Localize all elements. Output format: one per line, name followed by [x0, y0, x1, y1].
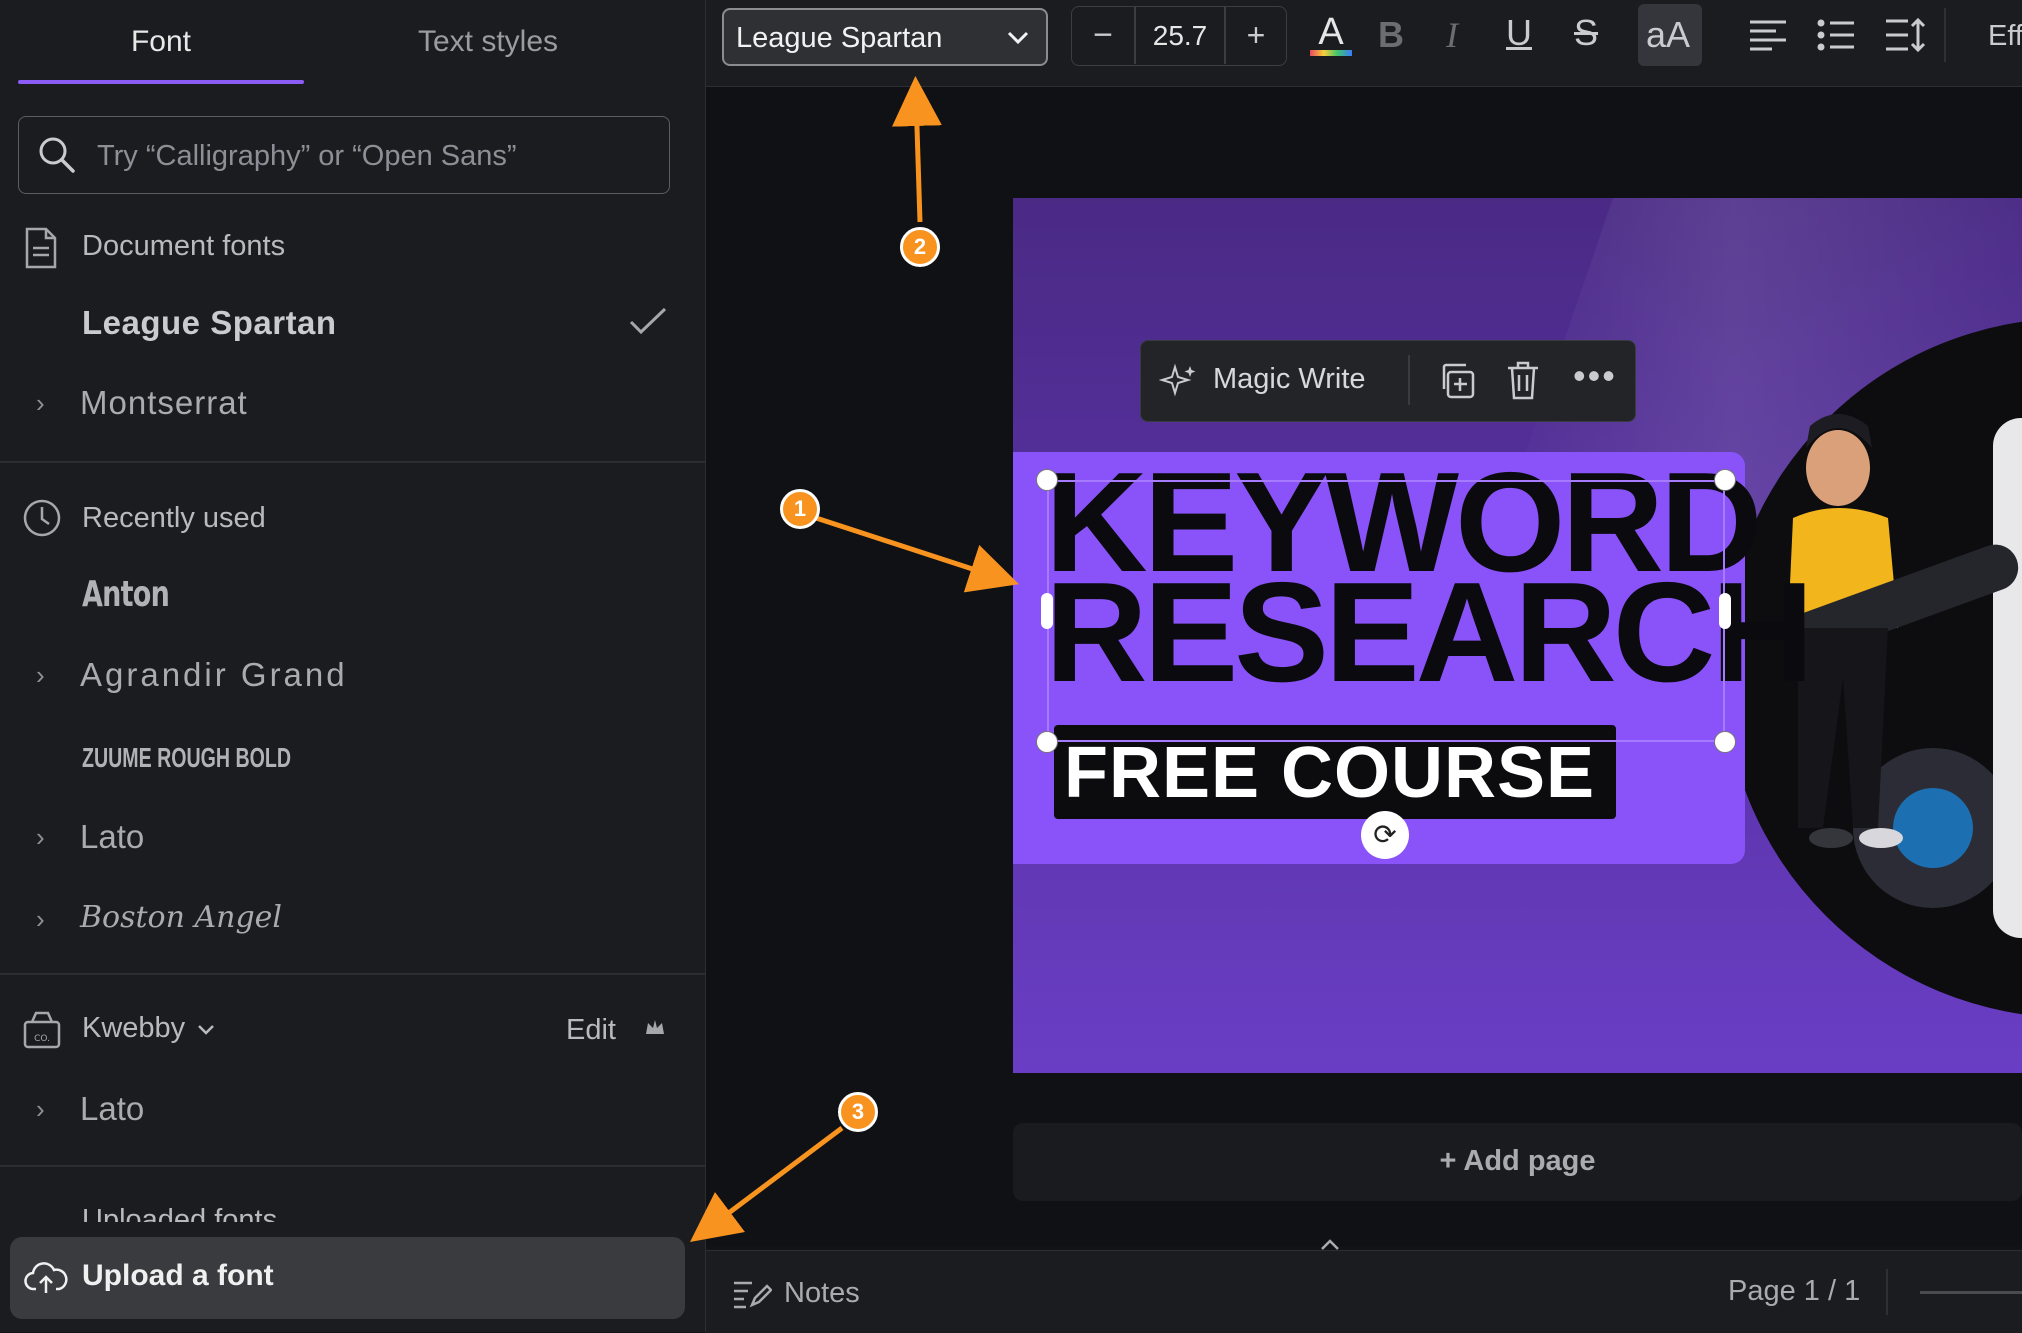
brand-kit-icon: CO.	[22, 1008, 62, 1055]
search-icon	[37, 135, 77, 180]
font-item-zuume-rough-bold[interactable]: ZUUME ROUGH BOLD	[0, 732, 705, 788]
cloud-upload-icon	[24, 1257, 68, 1302]
chevron-down-icon	[1006, 30, 1030, 51]
element-context-menu: Magic Write •••	[1140, 340, 1636, 422]
resize-handle-bottom-left[interactable]	[1036, 731, 1058, 753]
active-tab-indicator	[18, 80, 304, 84]
effects-button[interactable]: Eff	[1988, 20, 2022, 53]
increase-size-button[interactable]: +	[1226, 7, 1286, 64]
strikethrough-icon[interactable]: S	[1574, 12, 1598, 54]
resize-handle-top-left[interactable]	[1036, 469, 1058, 491]
zoom-slider-track[interactable]	[1920, 1291, 2022, 1294]
chevron-right-icon: ›	[36, 1094, 45, 1124]
checkmark-icon	[628, 306, 668, 341]
text-color-button[interactable]: A	[1306, 10, 1356, 67]
document-icon	[24, 226, 58, 275]
add-page-label: + Add page	[1439, 1145, 1596, 1177]
font-item-boston-angel[interactable]: › Boston Angel	[0, 894, 705, 950]
document-fonts-heading: Document fonts	[82, 230, 286, 262]
font-item-label: League Spartan	[82, 304, 337, 341]
annotation-badge-3: 3	[838, 1092, 878, 1132]
tab-text-styles[interactable]: Text styles	[336, 18, 640, 66]
brand-kit-name: Kwebby	[82, 1012, 186, 1044]
italic-icon[interactable]: I	[1446, 14, 1458, 56]
font-family-dropdown[interactable]: League Spartan	[722, 8, 1048, 66]
selection-frame	[1047, 480, 1725, 742]
svg-text:CO.: CO.	[34, 1034, 50, 1044]
brand-kit-dropdown[interactable]: Kwebby	[82, 1012, 216, 1052]
list-icon[interactable]	[1816, 18, 1856, 57]
add-page-button[interactable]: + Add page	[1013, 1123, 2022, 1201]
duplicate-icon[interactable]	[1437, 361, 1477, 406]
bottom-bar: Notes Page 1 / 1	[706, 1239, 2022, 1333]
text-toolbar: League Spartan − 25.7 + A B I U S aA Eff	[706, 0, 2022, 87]
crown-icon	[644, 1018, 666, 1043]
divider	[0, 973, 705, 975]
chevron-right-icon: ›	[36, 388, 45, 418]
letter-case-button[interactable]: aA	[1638, 4, 1702, 66]
divider	[0, 1165, 705, 1167]
subtitle-text[interactable]: FREE COURSE	[1064, 732, 1595, 814]
font-item-label: Anton	[82, 574, 170, 615]
divider	[1408, 355, 1410, 405]
more-options-icon[interactable]: •••	[1573, 355, 1617, 397]
resize-handle-right[interactable]	[1719, 593, 1731, 629]
chevron-right-icon: ›	[36, 660, 45, 690]
font-item-lato-brand[interactable]: › Lato	[0, 1084, 705, 1140]
uploaded-fonts-heading: Uploaded fonts	[82, 1204, 278, 1222]
font-search-input[interactable]	[95, 125, 659, 187]
line-spacing-icon[interactable]	[1884, 16, 1926, 59]
clock-icon	[22, 498, 62, 543]
page-indicator[interactable]: Page 1 / 1	[1728, 1275, 1860, 1308]
resize-handle-left[interactable]	[1041, 593, 1053, 629]
svg-text:A: A	[1318, 11, 1344, 53]
divider	[0, 461, 705, 463]
uploaded-fonts-section: Uploaded fonts	[0, 1198, 705, 1222]
font-item-label: Boston Angel	[80, 900, 283, 935]
font-search-box[interactable]	[18, 116, 670, 194]
font-item-label: Lato	[80, 818, 145, 855]
brand-kit-edit-link[interactable]: Edit	[566, 1014, 616, 1047]
annotation-badge-1: 1	[780, 489, 820, 529]
align-left-icon[interactable]	[1748, 18, 1788, 57]
upload-font-button[interactable]: Upload a font	[10, 1237, 685, 1319]
underline-icon[interactable]: U	[1506, 12, 1532, 54]
magic-write-label: Magic Write	[1213, 363, 1366, 395]
chevron-down-icon	[196, 1023, 216, 1042]
chevron-right-icon: ›	[36, 822, 45, 852]
chevron-right-icon: ›	[36, 904, 45, 934]
resize-handle-bottom-right[interactable]	[1714, 731, 1736, 753]
recently-used-heading: Recently used	[82, 502, 266, 534]
font-panel: Font Text styles Document fonts League S…	[0, 0, 706, 1332]
font-item-anton[interactable]: Anton	[0, 568, 705, 624]
font-item-label: Lato	[80, 1090, 145, 1127]
font-family-value: League Spartan	[736, 22, 943, 54]
font-item-agrandir-grand[interactable]: › Agrandir Grand	[0, 650, 705, 706]
resize-handle-top-right[interactable]	[1714, 469, 1736, 491]
letter-case-icon: aA	[1646, 14, 1691, 55]
rotate-handle-icon[interactable]: ⟳	[1361, 811, 1409, 859]
font-size-input[interactable]: 25.7	[1136, 7, 1224, 64]
annotation-badge-2: 2	[900, 227, 940, 267]
font-size-control: − 25.7 +	[1071, 6, 1287, 66]
notes-label: Notes	[784, 1277, 860, 1309]
font-item-label: Agrandir Grand	[80, 656, 348, 693]
trash-icon[interactable]	[1505, 359, 1541, 406]
font-item-lato[interactable]: › Lato	[0, 812, 705, 868]
font-item-league-spartan[interactable]: League Spartan	[0, 296, 705, 352]
font-item-label: Montserrat	[80, 384, 248, 421]
sparkle-icon	[1158, 363, 1199, 408]
divider	[1944, 8, 1946, 62]
decrease-size-button[interactable]: −	[1072, 7, 1134, 64]
bold-icon[interactable]: B	[1378, 14, 1404, 56]
divider	[1886, 1269, 1888, 1315]
font-item-montserrat[interactable]: › Montserrat	[0, 378, 705, 434]
font-item-label: ZUUME ROUGH BOLD	[82, 742, 292, 773]
upload-font-label: Upload a font	[82, 1259, 274, 1292]
notes-icon	[732, 1277, 773, 1316]
tab-font[interactable]: Font	[18, 18, 304, 66]
